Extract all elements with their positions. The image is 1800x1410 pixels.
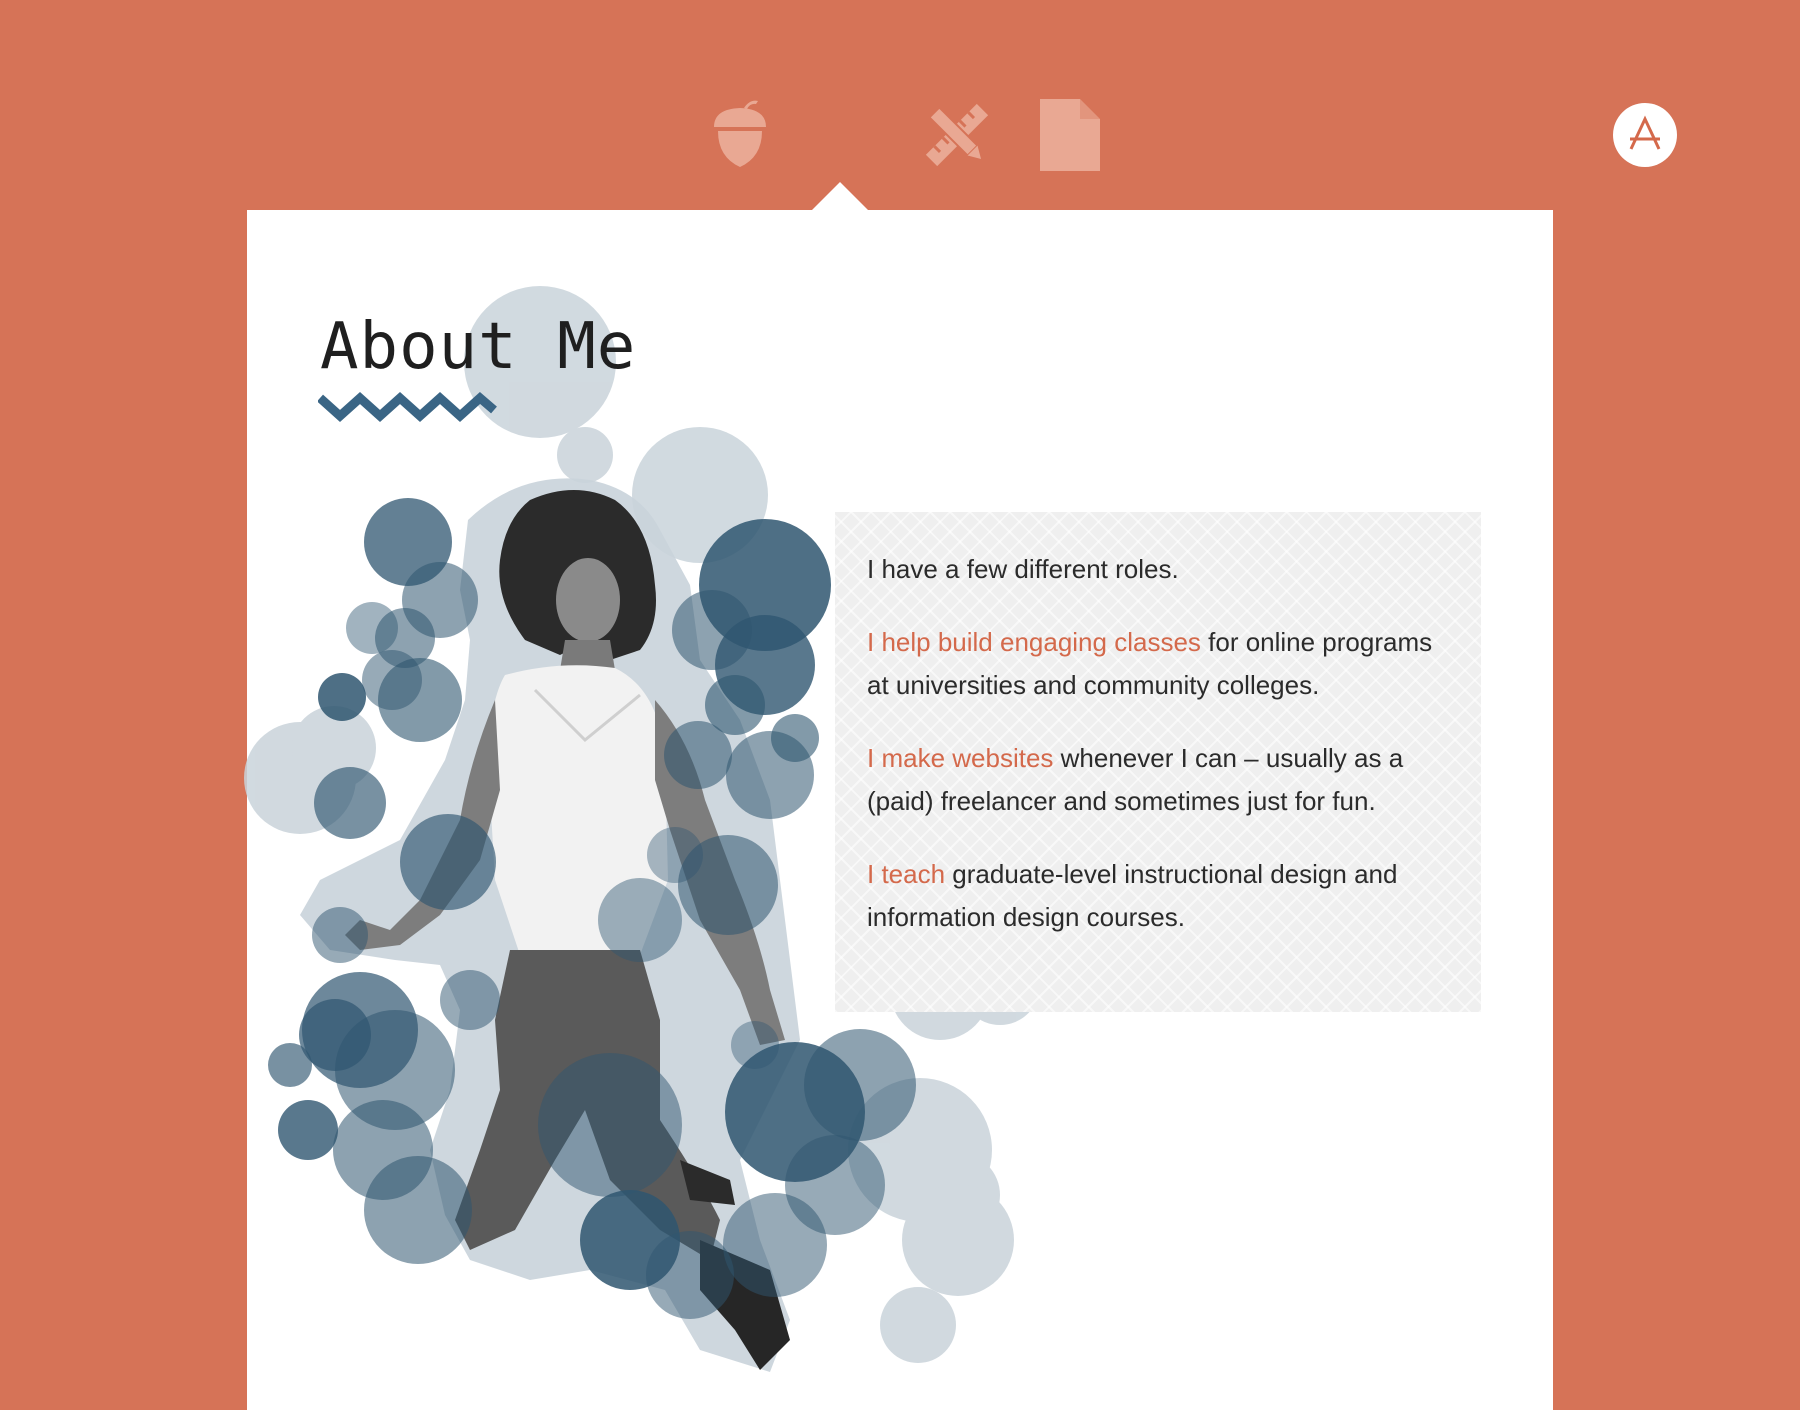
- teaching-link[interactable]: I teach: [867, 859, 945, 889]
- websites-link[interactable]: I make websites: [867, 743, 1053, 773]
- title-underline-zigzag: [318, 391, 497, 423]
- role-websites: I make websites whenever I can – usually…: [867, 743, 1404, 816]
- role-classes: I help build engaging classes for online…: [867, 627, 1433, 700]
- roles-panel: I have a few different roles. I help bui…: [835, 512, 1481, 1012]
- classes-link[interactable]: I help build engaging classes: [867, 627, 1201, 657]
- page-title: About Me: [320, 310, 637, 384]
- role-teaching: I teach graduate-level instructional des…: [867, 859, 1398, 932]
- roles-intro: I have a few different roles.: [867, 554, 1179, 584]
